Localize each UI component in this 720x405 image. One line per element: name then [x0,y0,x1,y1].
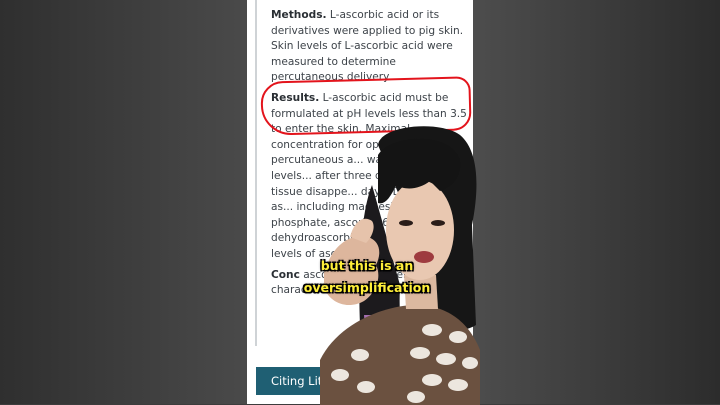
blurred-background-left [0,0,247,404]
video-caption: but this is an oversimplification [272,255,462,299]
methods-heading: Methods. [271,9,327,21]
blurred-background-right [473,0,720,404]
article-left-rule [255,0,257,346]
methods-paragraph: Methods. L-ascorbic acid or its derivati… [271,8,471,86]
caption-line-1: but this is an [320,258,414,273]
caption-line-2: oversimplification [303,280,431,295]
